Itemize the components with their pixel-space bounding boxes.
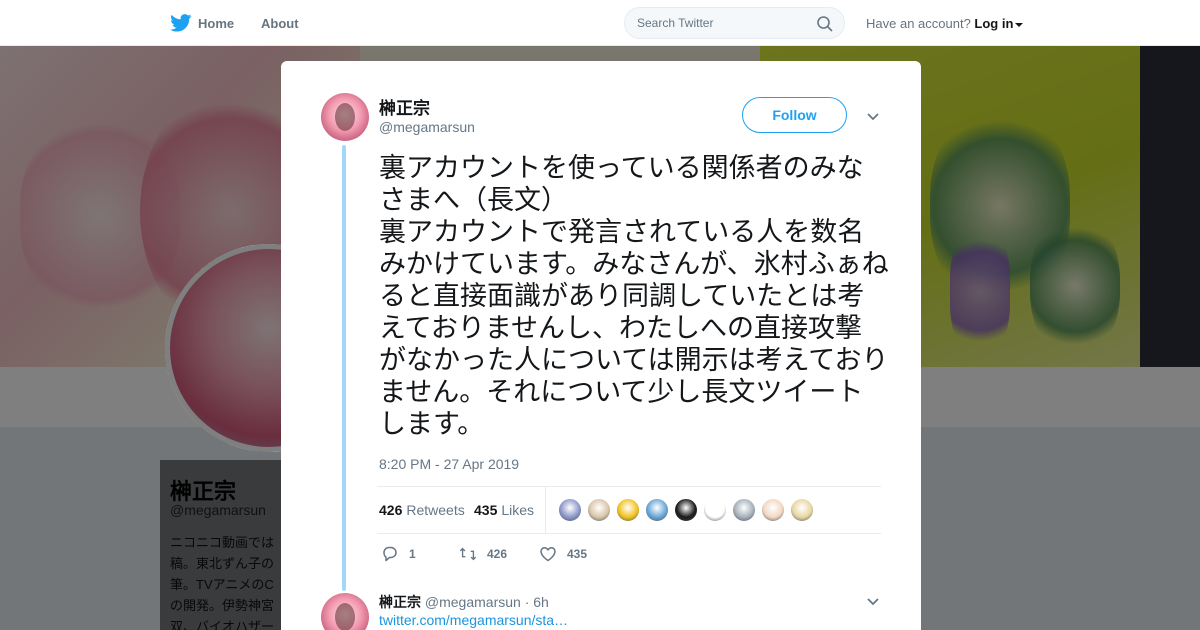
- likes-count: 435: [474, 502, 498, 518]
- caret-down-icon[interactable]: [1015, 22, 1024, 27]
- author-avatar[interactable]: [321, 93, 369, 141]
- liker-avatar-4[interactable]: [645, 498, 669, 522]
- tweet-stats: 426 Retweets 435 Likes: [377, 486, 881, 534]
- nav-about-link[interactable]: About: [261, 16, 299, 31]
- nav-home-label: Home: [198, 15, 235, 31]
- retweets-count: 426: [379, 502, 403, 518]
- have-account-text: Have an account?: [866, 16, 971, 31]
- reply-author-name[interactable]: 榊正宗: [379, 594, 421, 610]
- nav-home-link[interactable]: Home: [170, 14, 234, 32]
- liker-avatar-9[interactable]: [790, 498, 814, 522]
- liker-avatar-2[interactable]: [587, 498, 611, 522]
- close-icon[interactable]: [1153, 12, 1179, 38]
- reply-header: 榊正宗 @megamarsun · 6h: [379, 592, 549, 612]
- reply-link[interactable]: twitter.com/megamarsun/sta…: [379, 612, 568, 628]
- liker-avatar-1[interactable]: [558, 498, 582, 522]
- chevron-down-icon[interactable]: [865, 108, 881, 124]
- twitter-bird-icon: [170, 14, 192, 32]
- liker-avatar-7[interactable]: [732, 498, 756, 522]
- retweet-count: 426: [487, 547, 508, 561]
- retweet-action[interactable]: 426: [459, 545, 507, 563]
- reply-action[interactable]: 1: [381, 545, 416, 563]
- divider: [545, 487, 546, 533]
- like-action[interactable]: 435: [539, 545, 587, 563]
- author-handle[interactable]: @megamarsun: [379, 119, 475, 135]
- likes-label: Likes: [501, 502, 535, 518]
- heart-icon: [540, 547, 556, 562]
- tweet-timestamp[interactable]: 8:20 PM - 27 Apr 2019: [379, 456, 519, 472]
- reply-author-handle[interactable]: @megamarsun: [425, 594, 521, 610]
- liker-avatar-6[interactable]: [703, 498, 727, 522]
- search-input[interactable]: Search Twitter: [624, 7, 845, 39]
- follow-button[interactable]: Follow: [742, 97, 847, 133]
- search-icon[interactable]: [816, 15, 834, 33]
- top-navigation-bar: Home About Search Twitter Have an accoun…: [0, 0, 1200, 46]
- login-link[interactable]: Log in: [974, 16, 1013, 31]
- chevron-down-icon[interactable]: [865, 593, 881, 609]
- likes-stat[interactable]: 435 Likes: [474, 502, 534, 518]
- retweets-stat[interactable]: 426 Retweets: [379, 502, 465, 518]
- liker-avatar-3[interactable]: [616, 498, 640, 522]
- login-prompt: Have an account? Log in: [866, 16, 1024, 31]
- retweets-label: Retweets: [406, 502, 465, 518]
- reply-count: 1: [409, 547, 416, 561]
- like-count: 435: [567, 547, 588, 561]
- tweet-modal: 榊正宗 @megamarsun Follow 裏アカウントを使っている関係者のみ…: [281, 61, 921, 630]
- author-name[interactable]: 榊正宗: [379, 94, 430, 119]
- tweet-text: 裏アカウントを使っている関係者のみなさまへ（長文） 裏アカウントで発言されている…: [379, 153, 889, 440]
- liker-avatar-8[interactable]: [761, 498, 785, 522]
- search-placeholder: Search Twitter: [637, 16, 714, 30]
- thread-line: [342, 145, 346, 591]
- reply-icon: [383, 546, 397, 562]
- liker-avatar-5[interactable]: [674, 498, 698, 522]
- reply-author-avatar[interactable]: [321, 593, 369, 630]
- reply-age[interactable]: · 6h: [525, 594, 549, 610]
- retweet-icon: [459, 547, 477, 561]
